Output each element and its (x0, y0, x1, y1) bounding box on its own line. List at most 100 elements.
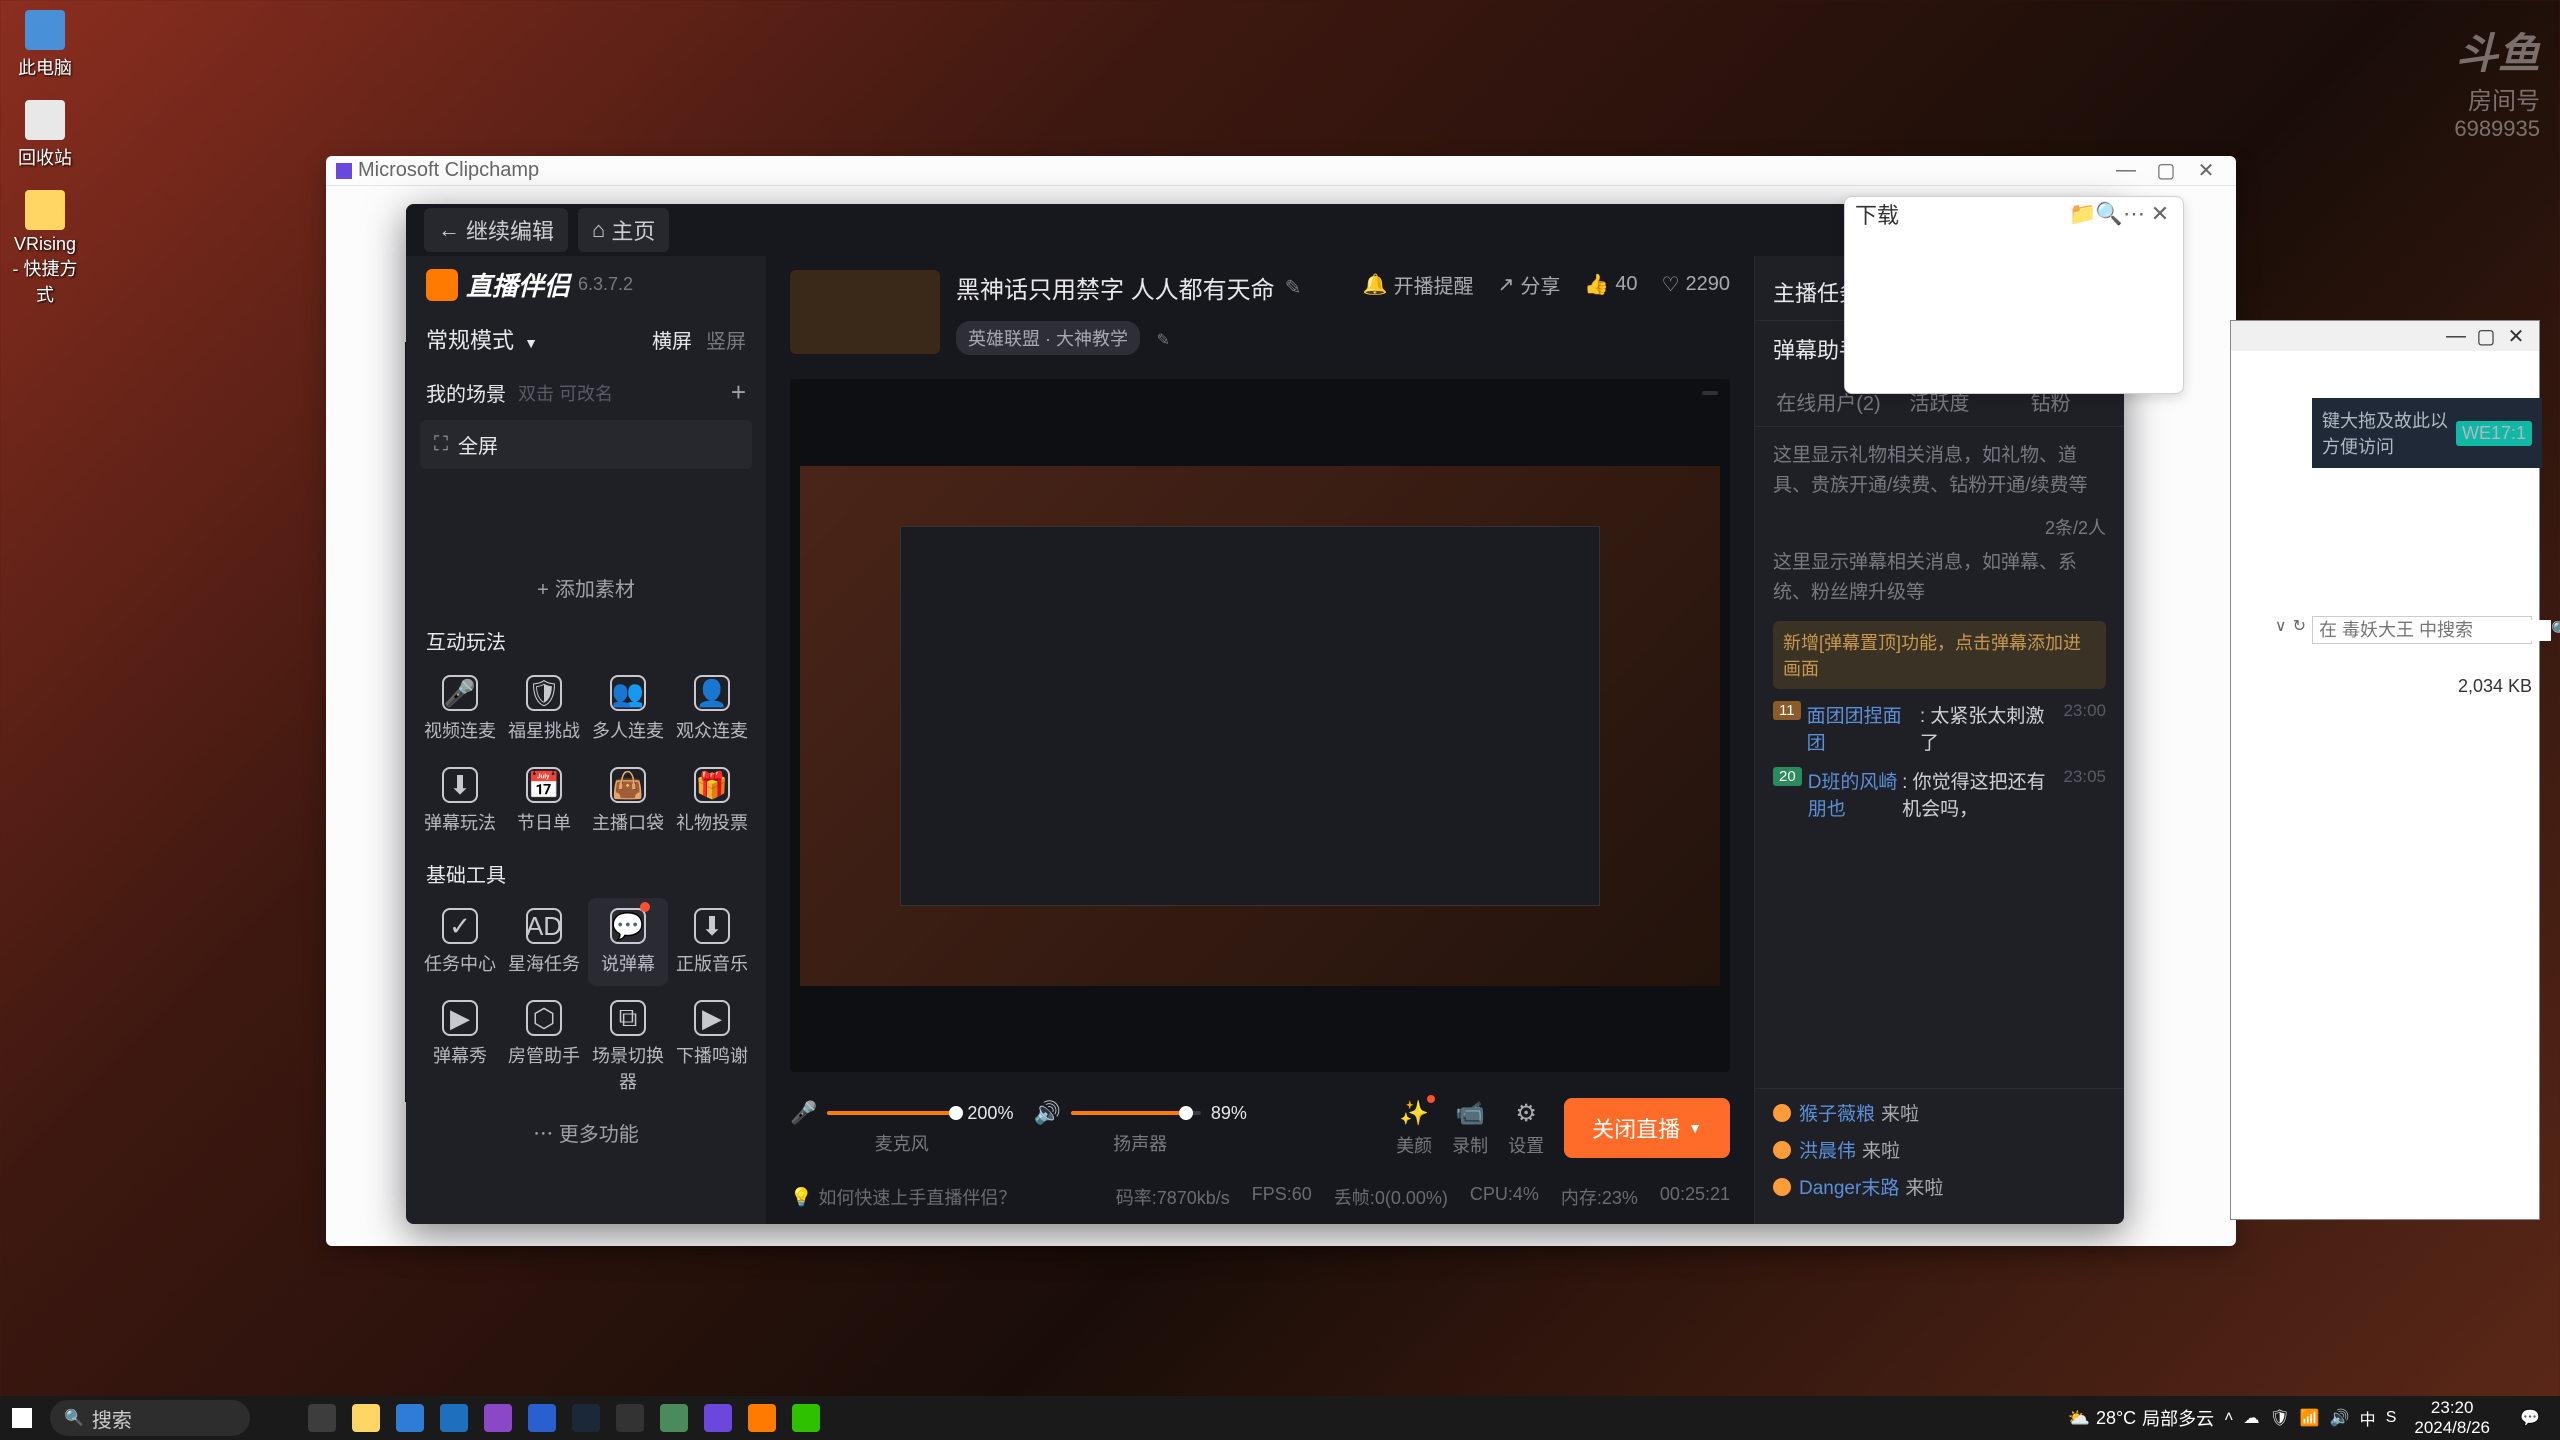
tab-horizontal[interactable]: 横屏 (652, 325, 692, 354)
share-button[interactable]: ↗分享 (1498, 270, 1561, 299)
taskbar-steam[interactable] (566, 1398, 606, 1438)
system-tray[interactable]: ˄ ☁ 🛡 📶 🔊 中 S (2224, 1406, 2396, 1430)
tool-gift-vote[interactable]: 🎁礼物投票 (672, 757, 752, 845)
tool-task-center[interactable]: ✓任务中心 (420, 898, 500, 986)
tool-scene-switch[interactable]: ⧉场景切换器 (588, 990, 668, 1104)
maximize-button[interactable]: ▢ (2471, 324, 2501, 349)
minimize-button[interactable]: — (2441, 325, 2471, 348)
tool-danmu-play[interactable]: ⬇弹幕玩法 (420, 757, 500, 845)
tool-audience-link[interactable]: 👤观众连麦 (672, 665, 752, 753)
chat-message[interactable]: 20 D班的风崎朋也 : 你觉得这把还有机会吗， 23:05 (1773, 767, 2106, 821)
chat-message[interactable]: 11 面团团捏面团 : 太紧张太刺激了 23:00 (1773, 701, 2106, 755)
mic-control: 🎤 200% 麦克风 (790, 1100, 1013, 1156)
mode-selector[interactable]: 常规模式 ▼ (426, 323, 538, 355)
close-icon[interactable]: ✕ (2147, 201, 2173, 227)
tool-video-link[interactable]: 🎤视频连麦 (420, 665, 500, 753)
stream-thumbnail[interactable] (790, 270, 940, 354)
folder-icon[interactable]: 📁 (2069, 201, 2095, 227)
taskbar-app[interactable] (610, 1398, 650, 1438)
taskbar-wechat[interactable] (786, 1398, 826, 1438)
taskbar-edge[interactable] (390, 1398, 430, 1438)
tool-danmu-show[interactable]: ▶弹幕秀 (420, 990, 500, 1104)
record-button[interactable]: 📹录制 (1452, 1099, 1488, 1158)
notification-button[interactable]: 💬 (2510, 1398, 2550, 1438)
feature-banner[interactable]: 新增[弹幕置顶]功能，点击弹幕添加进画面 (1773, 621, 2106, 689)
taskbar-app[interactable] (434, 1398, 474, 1438)
tool-pocket[interactable]: 👜主播口袋 (588, 757, 668, 845)
mic-icon[interactable]: 🎤 (790, 1100, 817, 1126)
tool-mod-helper[interactable]: ⬡房管助手 (504, 990, 584, 1104)
taskbar-app[interactable] (478, 1398, 518, 1438)
explorer-search[interactable]: 🔍 (2312, 616, 2532, 644)
tab-vertical[interactable]: 竖屏 (706, 325, 746, 354)
explorer-nav[interactable]: ∨↻ (2275, 616, 2306, 636)
taskbar-explorer[interactable] (346, 1398, 386, 1438)
quick-start-hint[interactable]: 💡 如何快速上手直播伴侣？ (790, 1184, 1016, 1210)
taskbar-mascot[interactable] (256, 1400, 300, 1436)
close-button[interactable]: ✕ (2501, 324, 2531, 349)
play-grid: 🎤视频连麦 🛡福星挑战 👥多人连麦 👤观众连麦 ⬇弹幕玩法 📅节日单 👜主播口袋… (406, 665, 766, 845)
tool-lucky-challenge[interactable]: 🛡福星挑战 (504, 665, 584, 753)
tool-music[interactable]: ⬇正版音乐 (672, 898, 752, 986)
tray-icon[interactable]: ☁ (2244, 1408, 2260, 1428)
tool-thanks[interactable]: ▶下播鸣谢 (672, 990, 752, 1104)
home-button[interactable]: ⌂ 主页 (578, 208, 669, 252)
sidebar: 直播伴侣 6.3.7.2 常规模式 ▼ 横屏 竖屏 我的场景 双击 可改名 + … (406, 204, 766, 1224)
tray-icon[interactable]: 🛡 (2270, 1408, 2290, 1428)
scene-item-fullscreen[interactable]: ⛶ 全屏 (420, 420, 752, 469)
add-scene-button[interactable]: + (731, 377, 746, 408)
stat-fps: FPS:60 (1252, 1184, 1312, 1210)
speaker-control: 🔊 89% 扬声器 (1033, 1100, 1246, 1156)
tool-multi-link[interactable]: 👥多人连麦 (588, 665, 668, 753)
taskbar-weather[interactable]: ⛅ 28°C 局部多云 (2068, 1405, 2215, 1431)
preview-area[interactable] (790, 379, 1730, 1072)
speaker-icon[interactable]: 🔊 (1033, 1100, 1060, 1126)
settings-button[interactable]: ⚙设置 (1508, 1099, 1544, 1158)
pc-icon (25, 10, 65, 50)
tray-icon[interactable]: 📶 (2300, 1408, 2320, 1428)
edit-icon[interactable]: ✎ (1285, 275, 1302, 300)
desktop-icon-pc[interactable]: 此电脑 (10, 10, 80, 80)
taskbar-search[interactable]: 🔍 搜索 (50, 1400, 250, 1436)
tool-speak-danmu[interactable]: 💬说弹幕 (588, 898, 668, 986)
explorer-search-input[interactable] (2319, 620, 2551, 641)
remind-button[interactable]: 🔔开播提醒 (1363, 270, 1474, 299)
speaker-slider[interactable] (1071, 1111, 1201, 1115)
beauty-button[interactable]: ✨美颜 (1396, 1099, 1432, 1158)
close-button[interactable]: ✕ (2186, 158, 2226, 183)
clipchamp-icon (336, 163, 352, 179)
app-logo-icon (426, 269, 458, 301)
taskbar-stream[interactable] (742, 1398, 782, 1438)
edit-tag-icon[interactable]: ✎ (1156, 332, 1169, 349)
taskbar-app[interactable] (654, 1398, 694, 1438)
taskbar-clock[interactable]: 23:20 2024/8/26 (2406, 1398, 2498, 1439)
mode-row: 常规模式 ▼ 横屏 竖屏 (406, 313, 766, 365)
ime-icon[interactable]: S (2386, 1409, 2397, 1427)
add-source-button[interactable]: +添加素材 (420, 573, 752, 602)
clipchamp-titlebar[interactable]: Microsoft Clipchamp — ▢ ✕ (326, 156, 2236, 186)
stat-time: 00:25:21 (1660, 1184, 1730, 1210)
stream-category-tag[interactable]: 英雄联盟 · 大神教学 (956, 321, 1140, 355)
volume-icon[interactable]: 🔊 (2330, 1408, 2350, 1428)
ime-icon[interactable]: 中 (2360, 1406, 2376, 1430)
search-icon[interactable]: 🔍 (2095, 201, 2121, 227)
more-icon[interactable]: ⋯ (2121, 201, 2147, 227)
start-button[interactable] (0, 1396, 44, 1440)
tool-holiday[interactable]: 📅节日单 (504, 757, 584, 845)
chevron-down-icon: ▼ (1688, 1120, 1702, 1136)
back-button[interactable]: ← 继续编辑 (424, 208, 568, 252)
desktop-icon-vrising[interactable]: VRising - 快捷方式 (10, 190, 80, 307)
windows-icon (12, 1408, 32, 1428)
maximize-button[interactable]: ▢ (2146, 158, 2186, 183)
tool-star-task[interactable]: AD星海任务 (504, 898, 584, 986)
desktop-icon-recycle[interactable]: 回收站 (10, 100, 80, 170)
mic-slider[interactable] (827, 1111, 957, 1115)
taskbar-app[interactable] (522, 1398, 562, 1438)
minimize-button[interactable]: — (2106, 159, 2146, 182)
task-view-button[interactable] (302, 1398, 342, 1438)
chevron-up-icon[interactable]: ˄ (2224, 1409, 2233, 1427)
more-functions-button[interactable]: ⋯ 更多功能 (406, 1104, 766, 1161)
download-title: 下载 (1855, 198, 1899, 230)
taskbar-clipchamp[interactable] (698, 1398, 738, 1438)
end-stream-button[interactable]: 关闭直播 ▼ (1564, 1098, 1730, 1158)
